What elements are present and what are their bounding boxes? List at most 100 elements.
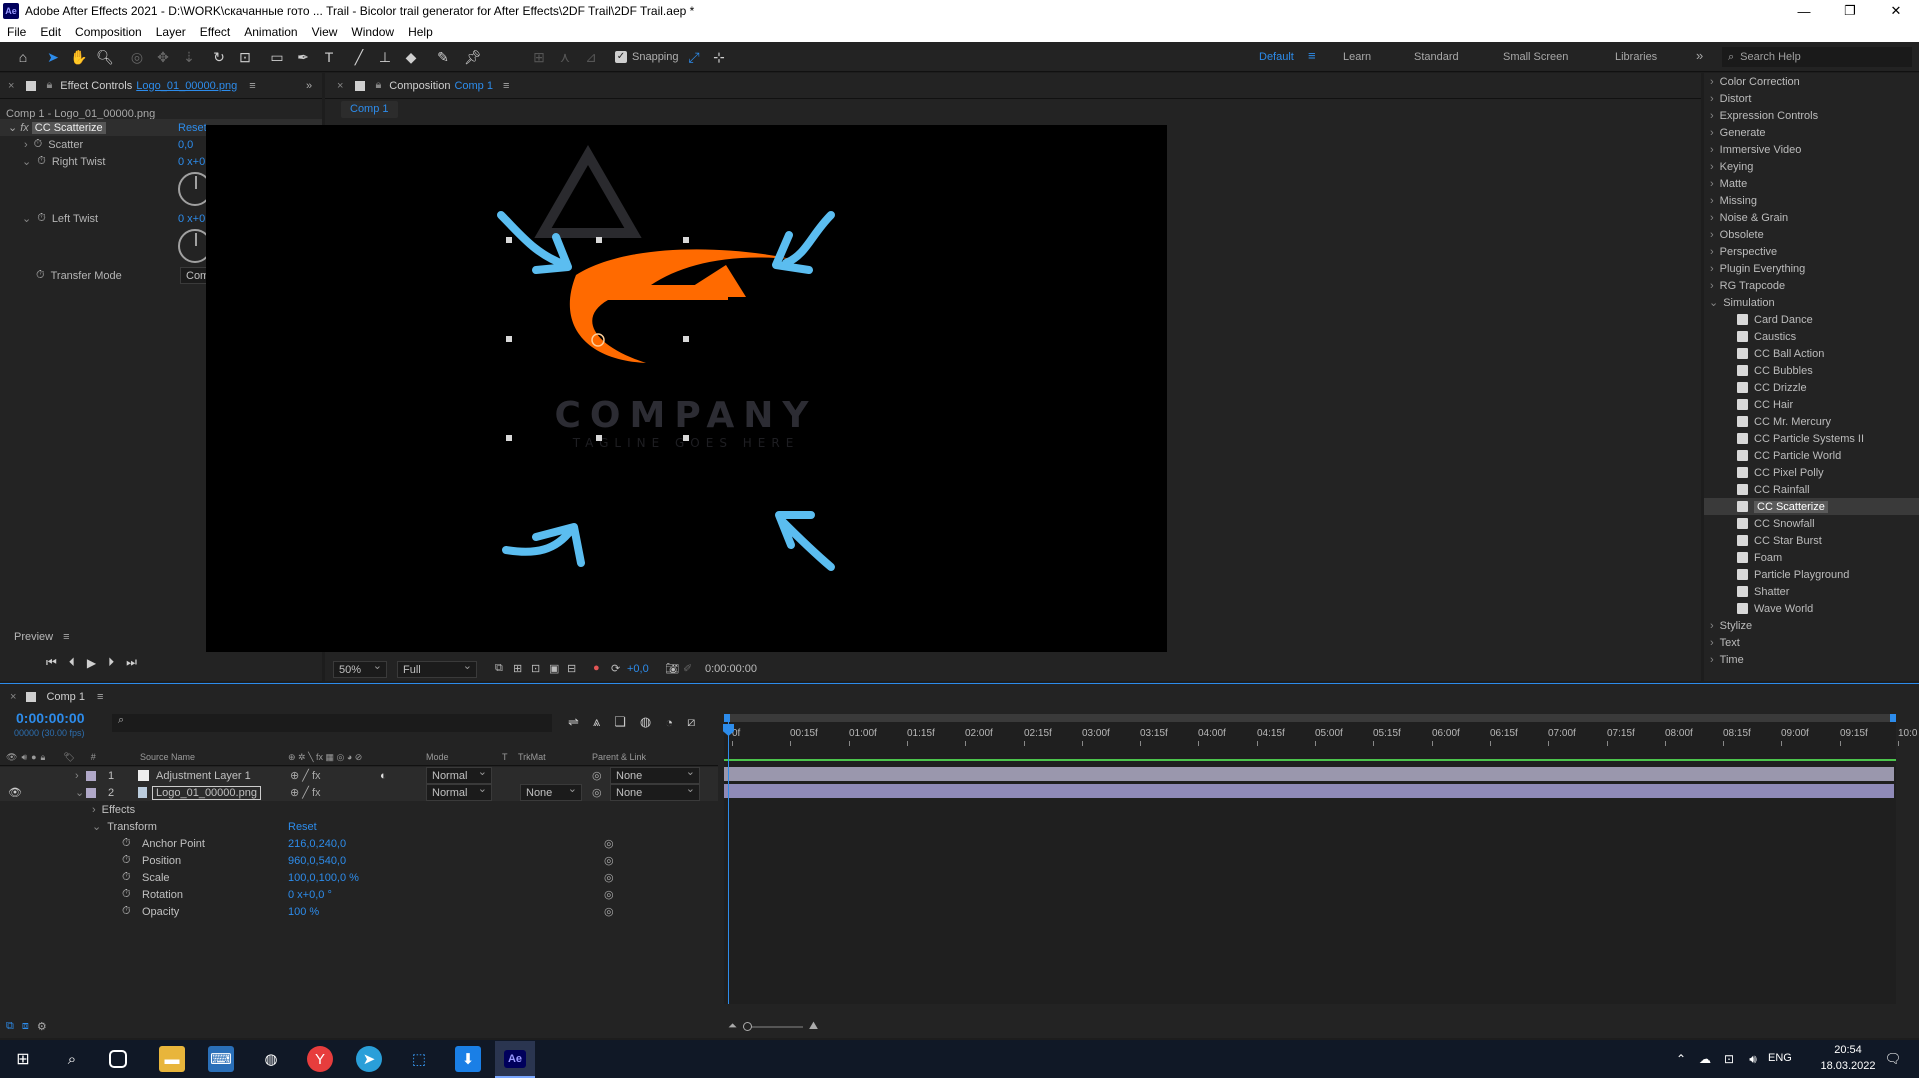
motion-blur-icon[interactable]: ◔ <box>665 715 673 730</box>
effect-item[interactable]: Particle Playground <box>1704 566 1919 583</box>
lock-icon[interactable]: 🔒︎ <box>375 79 381 92</box>
time-ruler[interactable]: 0f 00:15f 01:00f 01:15f 02:00f 02:15f 03… <box>724 726 1917 746</box>
maximize-button[interactable]: ❐ <box>1827 0 1873 22</box>
fast-previews-icon[interactable]: ⧉ <box>495 662 503 675</box>
expand-icon[interactable]: › <box>1710 620 1714 632</box>
composition-viewer[interactable]: COMPANY TAGLINE GOES HERE <box>206 125 1167 652</box>
timeline-tab[interactable]: Comp 1 <box>46 691 85 703</box>
panel-menu-icon[interactable]: ≡ <box>63 631 69 643</box>
graph-editor-icon[interactable]: ⧄ <box>687 714 695 730</box>
timeline-graph-area[interactable]: 0f 00:15f 01:00f 01:15f 02:00f 02:15f 03… <box>723 714 1917 1004</box>
collapse-icon[interactable]: ⌄ <box>22 212 31 225</box>
mask-visibility-icon[interactable]: ⊡ <box>531 662 540 675</box>
fx-toggle-icon[interactable]: fx <box>20 122 29 134</box>
expand-icon[interactable]: › <box>1710 263 1714 275</box>
dolly-camera-icon[interactable]: ⇣ <box>180 48 198 66</box>
grid-guides-icon[interactable]: ⊟ <box>567 662 576 675</box>
layer-trkmat-select[interactable]: None <box>520 782 582 801</box>
stopwatch-icon[interactable]: ⏱︎ <box>37 212 46 225</box>
roto-brush-icon[interactable]: ✎ <box>434 48 452 66</box>
effect-category-simulation[interactable]: ⌄ Simulation <box>1704 294 1919 311</box>
effect-item[interactable]: CC Scatterize <box>1704 498 1919 515</box>
workspace-standard[interactable]: Standard <box>1414 51 1459 63</box>
panel-menu-icon[interactable]: ≡ <box>97 691 103 703</box>
lock-icon[interactable]: 🔒︎ <box>41 752 46 763</box>
effect-item[interactable]: CC Ball Action <box>1704 345 1919 362</box>
transform-group-row[interactable]: ⌄ Transform Reset <box>92 818 392 835</box>
transparency-grid-icon[interactable]: ⊞ <box>513 662 522 675</box>
clone-stamp-icon[interactable]: ⊥ <box>376 48 394 66</box>
layer-switches-icons[interactable]: ⊕ ╱ fx <box>290 786 321 799</box>
clock-time[interactable]: 20:54 <box>1818 1044 1878 1056</box>
snipping-tool-icon[interactable]: ⬚ <box>406 1046 432 1072</box>
telegram-icon[interactable]: ➤ <box>356 1046 382 1072</box>
scatter-value[interactable]: 0,0 <box>178 139 193 151</box>
axis-world-icon[interactable]: ⋏ <box>556 48 574 66</box>
layer-switches-icons[interactable]: ⊕ ╱ fx <box>290 769 321 782</box>
in-out-toggle-icon[interactable]: ⚙ <box>37 1020 47 1033</box>
magnification-select[interactable]: 50% <box>333 659 387 678</box>
pen-tool-icon[interactable]: ✒ <box>294 48 312 66</box>
expression-pickwhip-icon[interactable]: ◎ <box>604 837 614 850</box>
effect-category[interactable]: › Missing <box>1704 192 1919 209</box>
network-icon[interactable]: ⊡ <box>1716 1046 1742 1072</box>
menu-help[interactable]: Help <box>401 25 440 39</box>
reset-exposure-icon[interactable]: ⟳ <box>611 662 620 675</box>
rotation-tool-icon[interactable]: ↻ <box>210 48 228 66</box>
close-panel-icon[interactable]: × <box>337 80 343 92</box>
effect-item[interactable]: Wave World <box>1704 600 1919 617</box>
show-hidden-icons[interactable]: ⌃ <box>1668 1046 1694 1072</box>
layer-2-duration-bar[interactable] <box>724 784 1894 798</box>
resolution-select[interactable]: Full <box>397 659 477 678</box>
notifications-icon[interactable]: 🗨︎ <box>1880 1046 1906 1072</box>
menu-effect[interactable]: Effect <box>193 25 237 39</box>
show-snapshot-icon[interactable]: ✐ <box>683 662 692 675</box>
collapse-icon[interactable]: ⌄ <box>1709 296 1718 309</box>
menu-composition[interactable]: Composition <box>68 25 149 39</box>
expand-icon[interactable]: › <box>1710 161 1714 173</box>
effect-category[interactable]: › RG Trapcode <box>1704 277 1919 294</box>
app-icon[interactable]: ⌨ <box>208 1046 234 1072</box>
expression-pickwhip-icon[interactable]: ◎ <box>604 871 614 884</box>
expand-icon[interactable]: › <box>1710 246 1714 258</box>
stopwatch-icon[interactable]: ⏱︎ <box>122 905 131 918</box>
stopwatch-icon[interactable]: ⏱︎ <box>37 155 46 168</box>
previous-frame-icon[interactable]: ⏴ <box>69 655 75 670</box>
zoom-out-icon[interactable]: ⏶ <box>728 1020 737 1033</box>
layer-switches-toggle-icon[interactable]: ⧉ <box>6 1020 14 1033</box>
axis-local-icon[interactable]: ⊞ <box>530 48 548 66</box>
stopwatch-icon[interactable]: ⏱︎ <box>122 888 131 901</box>
exposure-value[interactable]: +0,0 <box>627 663 649 675</box>
expand-effect-icon[interactable]: ⌄ <box>8 121 17 134</box>
current-time-indicator[interactable] <box>728 714 729 1004</box>
effect-item[interactable]: CC Bubbles <box>1704 362 1919 379</box>
expand-icon[interactable]: › <box>1710 144 1714 156</box>
effect-category[interactable]: › Time <box>1704 651 1919 668</box>
close-panel-icon[interactable]: × <box>8 80 14 92</box>
close-button[interactable]: ✕ <box>1873 0 1919 22</box>
layer-name[interactable]: Logo_01_00000.png <box>152 785 261 800</box>
panel-overflow-icon[interactable]: » <box>306 80 312 92</box>
layer-label-color[interactable] <box>86 770 96 781</box>
expand-icon[interactable]: › <box>1710 178 1714 190</box>
panel-lock-icon[interactable] <box>26 692 37 702</box>
trkmat-column[interactable]: TrkMat <box>518 752 546 762</box>
solo-icon[interactable]: ● <box>31 752 36 762</box>
hide-shy-layers-icon[interactable]: ❏ <box>614 714 626 730</box>
effect-category[interactable]: › Text <box>1704 634 1919 651</box>
transform-property-value[interactable]: 216,0,240,0 <box>288 838 346 850</box>
rectangle-tool-icon[interactable]: ▭ <box>268 48 286 66</box>
expand-icon[interactable]: › <box>1710 637 1714 649</box>
effect-category[interactable]: › Matte <box>1704 175 1919 192</box>
collapse-icon[interactable]: ⌄ <box>92 820 101 833</box>
timeline-search-field[interactable]: ⌕ <box>112 714 552 732</box>
draft-3d-icon[interactable]: ⩓ <box>593 714 600 730</box>
layer-label-color[interactable] <box>86 787 96 798</box>
effect-item[interactable]: CC Rainfall <box>1704 481 1919 498</box>
stopwatch-icon[interactable]: ⏱︎ <box>36 269 45 282</box>
download-app-icon[interactable]: ⬇ <box>455 1046 481 1072</box>
windows-start-icon[interactable]: ⊞ <box>10 1046 36 1072</box>
type-tool-icon[interactable]: T <box>320 48 338 66</box>
first-frame-icon[interactable]: ⏮ <box>46 655 57 670</box>
snapshot-icon[interactable]: 📷︎ <box>665 662 679 675</box>
